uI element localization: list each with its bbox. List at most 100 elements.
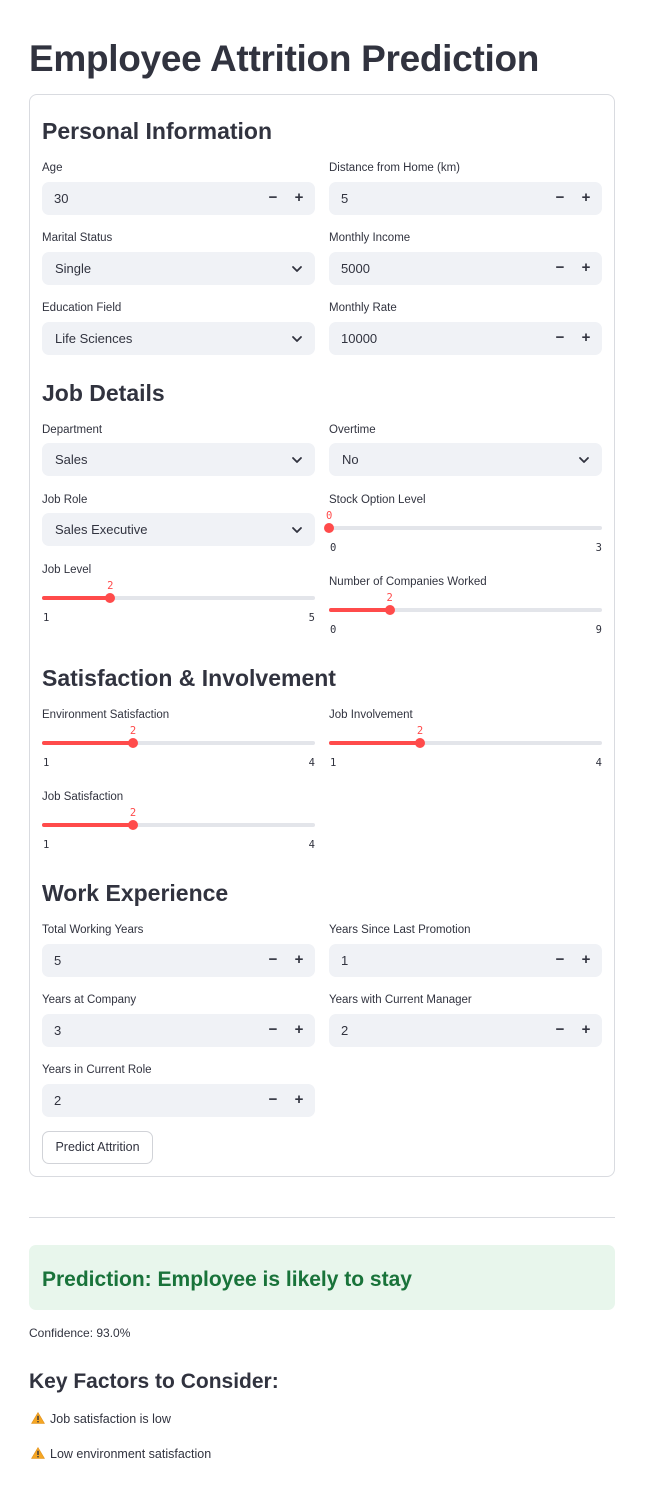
total-working-years-value[interactable]: 5 [54, 953, 61, 968]
slider-min-label: 0 [330, 624, 337, 636]
monthly-rate-value[interactable]: 10000 [341, 331, 377, 346]
education-field-select[interactable]: Life Sciences [42, 322, 315, 355]
years-at-company-input[interactable]: 3 − + [42, 1014, 315, 1047]
years-at-company-decrement-button[interactable]: − [265, 1020, 281, 1040]
monthly-income-increment-button[interactable]: + [578, 258, 594, 278]
slider-fill [42, 741, 133, 745]
slider-thumb[interactable] [128, 738, 138, 748]
monthly-income-input[interactable]: 5000 − + [329, 252, 602, 285]
num-companies-slider[interactable]: 2 0 9 [329, 592, 602, 642]
years-at-company-label: Years at Company [42, 994, 137, 1006]
confidence-text: Confidence: 93.0% [29, 1326, 131, 1340]
years-in-role-value[interactable]: 2 [54, 1093, 61, 1108]
chevron-down-icon [292, 266, 302, 272]
total-working-years-input[interactable]: 5 − + [42, 944, 315, 977]
years-with-manager-decrement-button[interactable]: − [552, 1020, 568, 1040]
distance-value[interactable]: 5 [341, 191, 348, 206]
department-select[interactable]: Sales [42, 443, 315, 476]
distance-increment-button[interactable]: + [578, 188, 594, 208]
slider-current-value: 2 [129, 725, 137, 737]
prediction-result-banner: Prediction: Employee is likely to stay [29, 1245, 615, 1310]
distance-decrement-button[interactable]: − [552, 188, 568, 208]
total-working-years-label: Total Working Years [42, 924, 144, 936]
divider [29, 1217, 615, 1218]
slider-max-label: 3 [595, 542, 602, 554]
key-factor-item: Low environment satisfaction [31, 1447, 211, 1461]
years-at-company-value[interactable]: 3 [54, 1023, 61, 1038]
slider-thumb[interactable] [105, 593, 116, 603]
years-since-promotion-input[interactable]: 1 − + [329, 944, 602, 977]
age-decrement-button[interactable]: − [265, 188, 281, 208]
slider-fill [42, 596, 111, 600]
age-value[interactable]: 30 [54, 191, 68, 206]
years-since-promotion-decrement-button[interactable]: − [552, 950, 568, 970]
key-factor-text: Low environment satisfaction [50, 1447, 212, 1461]
age-input[interactable]: 30 − + [42, 182, 315, 215]
slider-max-label: 4 [308, 757, 315, 769]
marital-status-value: Single [55, 261, 92, 276]
slider-min-label: 1 [43, 612, 50, 624]
marital-status-select[interactable]: Single [42, 252, 315, 285]
key-factor-text: Job satisfaction is low [50, 1412, 171, 1426]
slider-max-label: 4 [595, 757, 602, 769]
section-work-experience: Work Experience [42, 880, 229, 906]
slider-fill [42, 823, 133, 827]
monthly-income-decrement-button[interactable]: − [552, 258, 568, 278]
years-in-role-label: Years in Current Role [42, 1064, 152, 1076]
total-working-years-decrement-button[interactable]: − [265, 950, 281, 970]
years-in-role-input[interactable]: 2 − + [42, 1084, 315, 1117]
years-since-promotion-label: Years Since Last Promotion [329, 924, 471, 936]
stock-option-slider[interactable]: 0 0 3 [324, 510, 602, 560]
slider-thumb[interactable] [128, 820, 138, 830]
years-since-promotion-increment-button[interactable]: + [578, 950, 594, 970]
slider-current-value: 2 [416, 725, 424, 737]
slider-min-label: 1 [330, 757, 337, 769]
years-in-role-increment-button[interactable]: + [291, 1090, 307, 1110]
warning-icon [31, 1447, 45, 1459]
job-satisfaction-slider[interactable]: 2 1 4 [42, 807, 315, 857]
years-with-manager-value[interactable]: 2 [341, 1023, 348, 1038]
distance-input[interactable]: 5 − + [329, 182, 602, 215]
predict-attrition-button[interactable]: Predict Attrition [42, 1131, 153, 1164]
distance-label: Distance from Home (km) [329, 162, 460, 174]
slider-current-value: 2 [129, 807, 137, 819]
chevron-down-icon [579, 457, 589, 463]
key-factor-item: Job satisfaction is low [31, 1412, 171, 1426]
prediction-text: Prediction: Employee is likely to stay [42, 1268, 412, 1291]
slider-min-label: 1 [43, 757, 50, 769]
slider-max-label: 5 [308, 612, 315, 624]
total-working-years-increment-button[interactable]: + [291, 950, 307, 970]
page-title: Employee Attrition Prediction [29, 38, 540, 79]
slider-thumb[interactable] [384, 605, 395, 615]
years-since-promotion-value[interactable]: 1 [341, 953, 348, 968]
monthly-rate-decrement-button[interactable]: − [552, 328, 568, 348]
slider-current-value: 2 [107, 580, 114, 592]
job-role-select[interactable]: Sales Executive [42, 513, 315, 546]
section-satisfaction: Satisfaction & Involvement [42, 665, 336, 691]
education-field-value: Life Sciences [55, 331, 133, 346]
slider-fill [329, 741, 420, 745]
overtime-select[interactable]: No [329, 443, 602, 476]
years-with-manager-label: Years with Current Manager [329, 994, 472, 1006]
slider-max-label: 9 [595, 624, 602, 636]
job-level-label: Job Level [42, 564, 92, 576]
age-label: Age [42, 162, 63, 174]
environment-satisfaction-slider[interactable]: 2 1 4 [42, 725, 315, 775]
job-level-slider[interactable]: 2 1 5 [42, 580, 315, 630]
age-increment-button[interactable]: + [291, 188, 307, 208]
years-in-role-decrement-button[interactable]: − [265, 1090, 281, 1110]
monthly-rate-increment-button[interactable]: + [578, 328, 594, 348]
years-at-company-increment-button[interactable]: + [291, 1020, 307, 1040]
years-with-manager-input[interactable]: 2 − + [329, 1014, 602, 1047]
years-with-manager-increment-button[interactable]: + [578, 1020, 594, 1040]
slider-thumb[interactable] [415, 738, 425, 748]
job-role-value: Sales Executive [55, 522, 148, 537]
monthly-income-value[interactable]: 5000 [341, 261, 370, 276]
overtime-label: Overtime [329, 424, 376, 436]
slider-thumb[interactable] [324, 523, 334, 533]
slider-track[interactable] [329, 526, 602, 530]
monthly-rate-label: Monthly Rate [329, 302, 397, 314]
monthly-rate-input[interactable]: 10000 − + [329, 322, 602, 355]
job-involvement-slider[interactable]: 2 1 4 [329, 725, 602, 775]
chevron-down-icon [292, 527, 302, 533]
